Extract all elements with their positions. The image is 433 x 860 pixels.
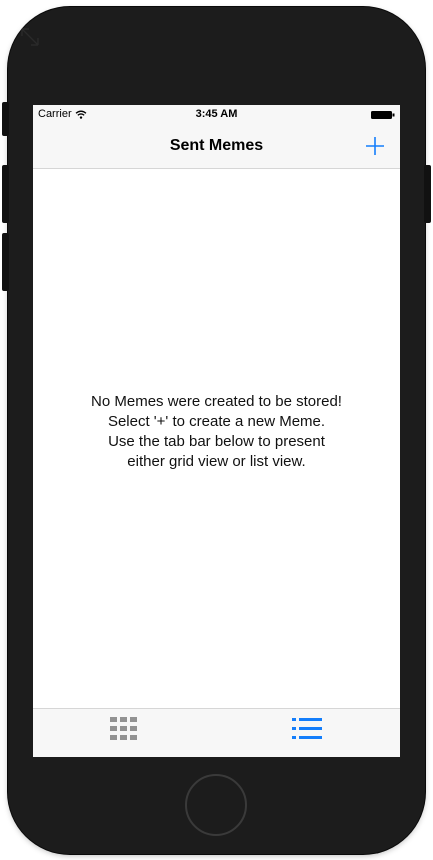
list-view-tab[interactable] [291,715,323,743]
status-time: 3:45 AM [195,108,238,120]
empty-message-line: Select '+' to create a new Meme. [107,413,326,430]
volume-up-button [2,165,9,223]
grid-icon [110,717,137,740]
add-meme-button[interactable] [364,135,386,157]
mute-switch [2,102,9,136]
grid-view-tab[interactable] [108,715,140,743]
page-title: Sent Memes [169,137,264,154]
list-icon [292,718,322,739]
power-button [424,165,431,223]
empty-message-line: Use the tab bar below to present [108,433,325,450]
empty-message-line: No Memes were created to be stored! [91,393,342,410]
volume-down-button [2,233,9,291]
resize-icon[interactable] [19,26,41,48]
battery-icon [371,111,395,119]
empty-message-line: either grid view or list view. [127,453,306,470]
empty-state-message: No Memes were created to be stored! Sele… [33,392,400,472]
status-bar: Carrier 3:45 AM [33,105,400,125]
navigation-bar: Sent Memes [33,125,400,169]
home-button[interactable] [185,774,247,836]
tab-bar [33,708,400,757]
memes-list-content: No Memes were created to be stored! Sele… [33,169,400,708]
phone-screen: Carrier 3:45 AM Sent Memes No Memes were… [33,105,400,757]
